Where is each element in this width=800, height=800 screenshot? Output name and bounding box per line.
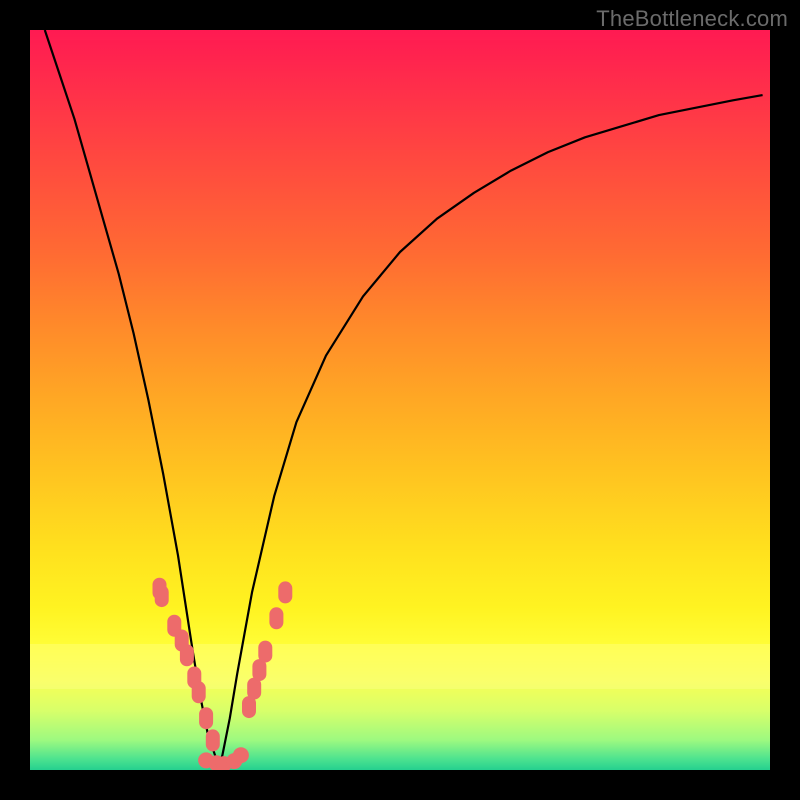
chart-marker [180, 644, 194, 666]
chart-marker [278, 581, 292, 603]
chart-svg-layer [30, 30, 770, 770]
watermark-text: TheBottleneck.com [596, 6, 788, 32]
chart-data-markers [153, 578, 293, 770]
chart-frame: TheBottleneck.com [0, 0, 800, 800]
chart-marker [269, 607, 283, 629]
chart-marker [233, 747, 249, 763]
chart-curve-line [45, 30, 763, 766]
chart-marker [155, 585, 169, 607]
chart-plot-area [30, 30, 770, 770]
chart-marker [192, 681, 206, 703]
chart-marker [206, 729, 220, 751]
chart-marker [258, 641, 272, 663]
chart-marker [199, 707, 213, 729]
